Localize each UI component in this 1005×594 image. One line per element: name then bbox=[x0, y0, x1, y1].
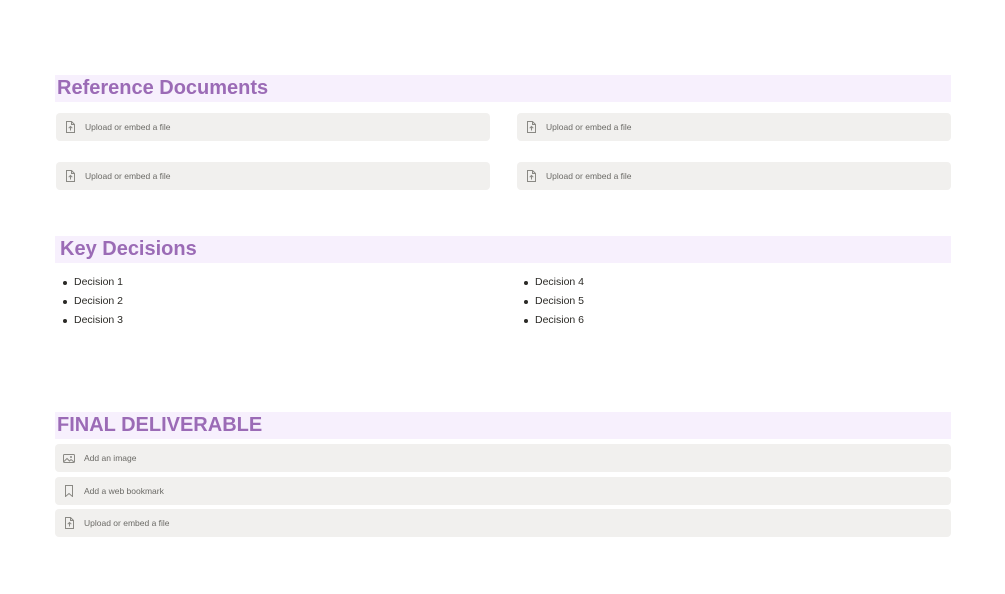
decision-text: Decision 3 bbox=[74, 314, 124, 326]
file-upload-icon bbox=[63, 517, 75, 529]
file-embed-label: Upload or embed a file bbox=[546, 122, 632, 132]
bullet-icon bbox=[63, 319, 67, 323]
bullet-icon bbox=[63, 300, 67, 304]
list-item[interactable]: Decision 3 bbox=[56, 311, 123, 330]
file-embed-block[interactable]: Upload or embed a file bbox=[55, 509, 951, 537]
decision-text: Decision 5 bbox=[535, 295, 585, 307]
bullet-icon bbox=[524, 319, 528, 323]
file-embed-block[interactable]: Upload or embed a file bbox=[56, 113, 490, 141]
key-decisions-heading[interactable]: Key Decisions bbox=[55, 236, 951, 263]
add-image-block[interactable]: Add an image bbox=[55, 444, 951, 472]
file-upload-icon bbox=[64, 170, 76, 182]
list-item[interactable]: Decision 5 bbox=[517, 292, 584, 311]
final-deliverable-heading[interactable]: FINAL DELIVERABLE bbox=[55, 412, 951, 439]
list-item[interactable]: Decision 6 bbox=[517, 311, 584, 330]
file-upload-icon bbox=[525, 121, 537, 133]
file-embed-label: Upload or embed a file bbox=[85, 171, 171, 181]
decision-text: Decision 2 bbox=[74, 295, 124, 307]
list-item[interactable]: Decision 2 bbox=[56, 292, 123, 311]
file-embed-label: Upload or embed a file bbox=[85, 122, 171, 132]
decisions-list-left: Decision 1 Decision 2 Decision 3 bbox=[56, 273, 123, 330]
bookmark-icon bbox=[63, 485, 75, 497]
page: Reference Documents Upload or embed a fi… bbox=[0, 0, 1005, 594]
add-bookmark-block[interactable]: Add a web bookmark bbox=[55, 477, 951, 505]
list-item[interactable]: Decision 1 bbox=[56, 273, 123, 292]
decision-text: Decision 4 bbox=[535, 276, 585, 288]
decision-text: Decision 6 bbox=[535, 314, 585, 326]
image-icon bbox=[63, 452, 75, 464]
bullet-icon bbox=[524, 281, 528, 285]
file-embed-label: Upload or embed a file bbox=[546, 171, 632, 181]
reference-documents-heading[interactable]: Reference Documents bbox=[55, 75, 951, 102]
file-embed-label: Upload or embed a file bbox=[84, 518, 170, 528]
file-embed-block[interactable]: Upload or embed a file bbox=[517, 113, 951, 141]
bullet-icon bbox=[524, 300, 528, 304]
bullet-icon bbox=[63, 281, 67, 285]
file-embed-block[interactable]: Upload or embed a file bbox=[517, 162, 951, 190]
file-embed-block[interactable]: Upload or embed a file bbox=[56, 162, 490, 190]
add-bookmark-label: Add a web bookmark bbox=[84, 486, 164, 496]
list-item[interactable]: Decision 4 bbox=[517, 273, 584, 292]
file-upload-icon bbox=[525, 170, 537, 182]
file-upload-icon bbox=[64, 121, 76, 133]
add-image-label: Add an image bbox=[84, 453, 137, 463]
decision-text: Decision 1 bbox=[74, 276, 124, 288]
decisions-list-right: Decision 4 Decision 5 Decision 6 bbox=[517, 273, 584, 330]
